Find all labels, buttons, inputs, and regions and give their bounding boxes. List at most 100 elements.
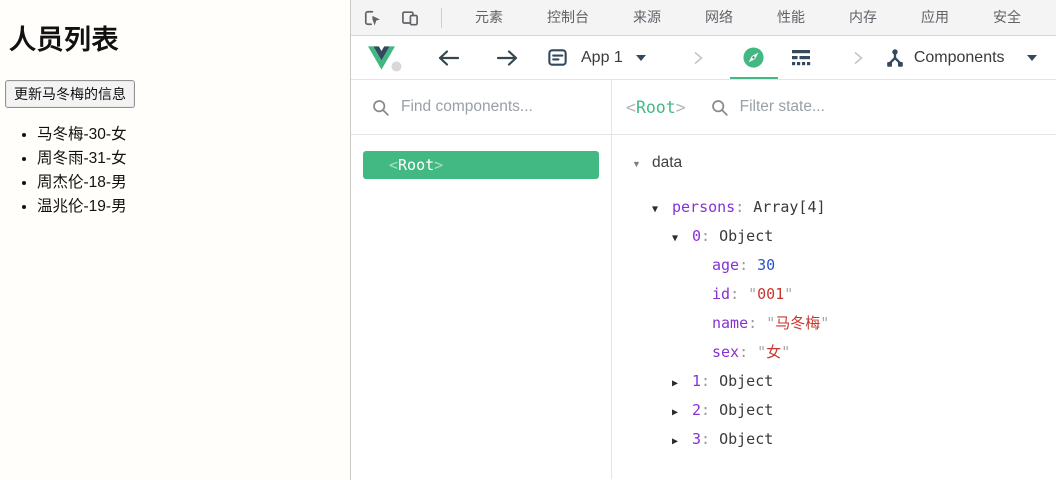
state-value: Array[4] xyxy=(753,198,826,216)
app-page: 人员列表 更新马冬梅的信息 马冬梅-30-女周冬雨-31-女周杰伦-18-男温兆… xyxy=(0,0,350,480)
key-separator: : xyxy=(701,401,720,419)
state-value: 女 xyxy=(766,343,782,361)
state-key: name xyxy=(712,314,749,332)
state-key: 3 xyxy=(692,430,702,448)
bracket-close: > xyxy=(675,97,686,117)
bracket-open: < xyxy=(626,97,636,117)
component-tree-pane: <Root> xyxy=(351,80,612,479)
state-tree-row[interactable]: ▼ persons: Array[4] xyxy=(612,193,1056,222)
quote-mark: " xyxy=(757,343,767,361)
expand-arrow-icon[interactable]: ▶ xyxy=(672,369,692,398)
state-key: 2 xyxy=(692,401,702,419)
state-value: Object xyxy=(719,372,774,390)
state-tree-row[interactable]: ▶ 2: Object xyxy=(612,396,1056,425)
tab-timeline[interactable] xyxy=(778,36,826,79)
bracket-open: < xyxy=(389,156,399,174)
quote-mark: " xyxy=(781,343,791,361)
update-person-button[interactable]: 更新马冬梅的信息 xyxy=(5,80,135,108)
find-components-input[interactable] xyxy=(399,97,563,117)
devtools-tab-应用[interactable]: 应用 xyxy=(899,0,971,35)
state-key: persons xyxy=(672,198,736,216)
state-tree: ▼ data ▼ persons: Array[4] ▼ 0: Object age: 3… xyxy=(612,135,1056,454)
key-separator: : xyxy=(735,198,754,216)
devtools-tab-来源[interactable]: 来源 xyxy=(611,0,683,35)
state-tree-row: age: 30 xyxy=(612,251,1056,280)
timeline-icon xyxy=(791,49,812,66)
devtools-tab-元素[interactable]: 元素 xyxy=(453,0,525,35)
inspect-element-icon[interactable] xyxy=(361,7,383,29)
history-back-icon[interactable] xyxy=(436,48,461,68)
state-value: 马冬梅 xyxy=(775,314,821,332)
state-key: 0 xyxy=(692,227,702,245)
state-section-label: data xyxy=(652,154,683,171)
quote-mark: " xyxy=(820,314,830,332)
quote-mark: " xyxy=(766,314,776,332)
bracket-close: > xyxy=(434,156,444,174)
history-forward-icon[interactable] xyxy=(495,48,520,68)
state-value: Object xyxy=(719,430,774,448)
state-key: sex xyxy=(712,343,740,361)
expand-arrow-icon[interactable]: ▶ xyxy=(672,427,692,456)
state-tree-row[interactable]: ▶ 1: Object xyxy=(612,367,1056,396)
key-separator: : xyxy=(739,256,758,274)
key-separator: : xyxy=(748,314,767,332)
key-separator: : xyxy=(701,227,720,245)
app-window-icon xyxy=(546,46,569,69)
state-header: <Root> xyxy=(612,80,1056,135)
quote-mark: " xyxy=(748,285,758,303)
app-selector[interactable]: App 1 xyxy=(546,46,646,69)
app-selector-label: App 1 xyxy=(581,48,623,66)
component-tree: <Root> xyxy=(351,151,611,179)
state-tree-row[interactable]: ▶ 3: Object xyxy=(612,425,1056,454)
page-title: 人员列表 xyxy=(9,25,119,55)
compass-icon xyxy=(742,46,765,69)
collapse-arrow-icon[interactable]: ▼ xyxy=(672,224,692,253)
person-list-item: 马冬梅-30-女 xyxy=(37,123,350,147)
state-value: 30 xyxy=(757,256,776,274)
state-value: Object xyxy=(719,227,774,245)
component-node-root[interactable]: <Root> xyxy=(363,151,599,179)
filter-state-input[interactable] xyxy=(737,97,902,117)
tabbar-divider xyxy=(441,7,442,28)
expand-arrow-icon[interactable]: ▶ xyxy=(672,398,692,427)
state-tree-row: id: "001" xyxy=(612,280,1056,309)
collapse-arrow-icon[interactable]: ▼ xyxy=(632,150,652,179)
devtools-tab-控制台[interactable]: 控制台 xyxy=(525,0,611,35)
key-separator: : xyxy=(701,372,720,390)
person-list-item: 温兆伦-19-男 xyxy=(37,195,350,219)
components-tree-icon xyxy=(884,47,906,69)
component-name: Root xyxy=(398,156,435,174)
tab-inspector[interactable] xyxy=(729,36,778,79)
vue-devtools-toolbar: App 1 Components xyxy=(351,36,1056,80)
chevron-down-icon xyxy=(1026,54,1037,61)
state-key: age xyxy=(712,256,740,274)
devtools-tab-性能[interactable]: 性能 xyxy=(755,0,827,35)
state-tree-row[interactable]: ▼ 0: Object xyxy=(612,222,1056,251)
devtools-tabs: 元素 控制台 来源 网络 性能 内存 应用 安全 xyxy=(453,0,1043,35)
state-key: id xyxy=(712,285,731,303)
breadcrumb-chevron-icon xyxy=(850,49,866,67)
state-value: Object xyxy=(719,401,774,419)
devtools-tabbar: 元素 控制台 来源 网络 性能 内存 应用 安全 xyxy=(351,0,1056,36)
component-search-bar xyxy=(351,80,611,135)
devtools-tab-网络[interactable]: 网络 xyxy=(683,0,755,35)
components-view-label: Components xyxy=(913,48,1005,66)
state-pane: <Root> ▼data ▼persons: Array[4]▼0: Objec… xyxy=(612,80,1056,479)
component-name: Root xyxy=(635,97,676,117)
key-separator: : xyxy=(739,343,758,361)
chevron-down-icon xyxy=(635,54,646,61)
breadcrumb-chevron-icon xyxy=(690,49,706,67)
search-icon xyxy=(371,98,390,117)
device-toolbar-icon[interactable] xyxy=(399,7,421,29)
devtools-panel: 元素 控制台 来源 网络 性能 内存 应用 安全 App 1 Component… xyxy=(350,0,1056,480)
inspector-panes: <Root> <Root> ▼data xyxy=(351,80,1056,479)
components-view-selector[interactable]: Components xyxy=(866,47,1037,69)
search-icon xyxy=(710,98,729,117)
collapse-arrow-icon[interactable]: ▼ xyxy=(652,195,672,224)
quote-mark: " xyxy=(784,285,794,303)
person-list-item: 周杰伦-18-男 xyxy=(37,171,350,195)
state-section-data[interactable]: ▼ data xyxy=(612,148,1056,177)
devtools-tab-内存[interactable]: 内存 xyxy=(827,0,899,35)
devtools-tab-安全[interactable]: 安全 xyxy=(971,0,1043,35)
state-value: 001 xyxy=(757,285,785,303)
